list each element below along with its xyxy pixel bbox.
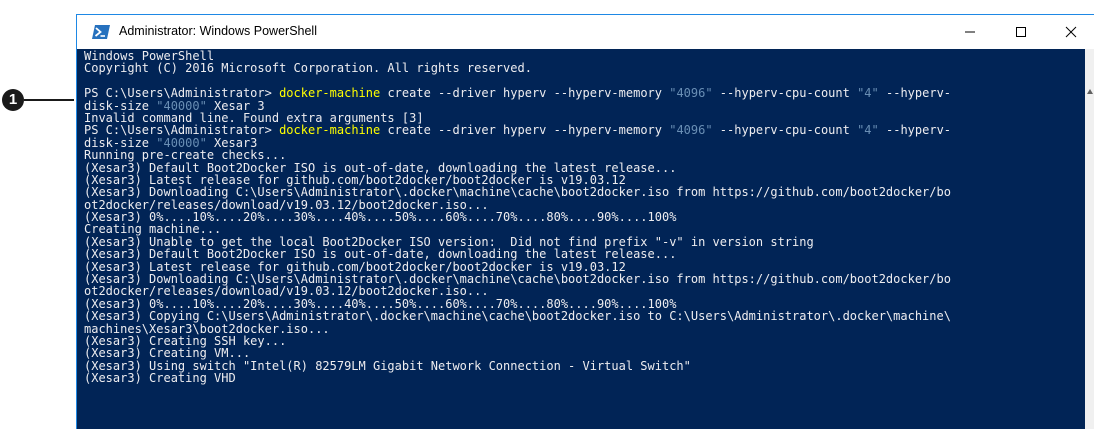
string-token: "4096" bbox=[669, 123, 713, 138]
console-text: --hyperv- bbox=[878, 86, 952, 101]
console-line: (Xesar3) Creating VHD bbox=[84, 372, 951, 384]
console-text: Copyright (C) 2016 Microsoft Corporation… bbox=[84, 61, 532, 76]
console-line: Copyright (C) 2016 Microsoft Corporation… bbox=[84, 62, 951, 74]
command-token: docker-machine bbox=[279, 86, 381, 101]
string-token: "4096" bbox=[669, 86, 713, 101]
console-text: --hyperv- bbox=[878, 123, 952, 138]
console-text: --hyperv-cpu-count bbox=[712, 123, 858, 138]
minimize-icon bbox=[965, 31, 975, 33]
maximize-button[interactable] bbox=[999, 15, 1043, 49]
console-text: create --driver hyperv --hyperv-memory bbox=[380, 123, 670, 138]
callout-leader-line bbox=[24, 99, 74, 101]
close-icon bbox=[1065, 26, 1077, 38]
string-token: "4" bbox=[857, 123, 879, 138]
vertical-scrollbar[interactable] bbox=[1085, 49, 1094, 429]
console-text: --hyperv-cpu-count bbox=[712, 86, 858, 101]
powershell-icon bbox=[92, 25, 110, 39]
maximize-icon bbox=[1016, 27, 1026, 37]
window-title: Administrator: Windows PowerShell bbox=[119, 24, 317, 38]
powershell-window: Administrator: Windows PowerShell Window… bbox=[76, 14, 1094, 429]
console-text: create --driver hyperv --hyperv-memory bbox=[380, 86, 670, 101]
title-bar[interactable]: Administrator: Windows PowerShell bbox=[77, 15, 1094, 49]
scroll-up-arrow-icon[interactable] bbox=[1087, 89, 1093, 94]
command-token: docker-machine bbox=[279, 123, 381, 138]
string-token: "4" bbox=[857, 86, 879, 101]
console-output-area[interactable]: Windows PowerShell Copyright (C) 2016 Mic… bbox=[77, 49, 1094, 429]
console-lines: Windows PowerShell Copyright (C) 2016 Mic… bbox=[84, 50, 951, 385]
callout-number-badge: 1 bbox=[2, 89, 24, 111]
console-text: (Xesar3) Creating VHD bbox=[84, 371, 236, 386]
minimize-button[interactable] bbox=[948, 15, 992, 49]
close-button[interactable] bbox=[1049, 15, 1093, 49]
